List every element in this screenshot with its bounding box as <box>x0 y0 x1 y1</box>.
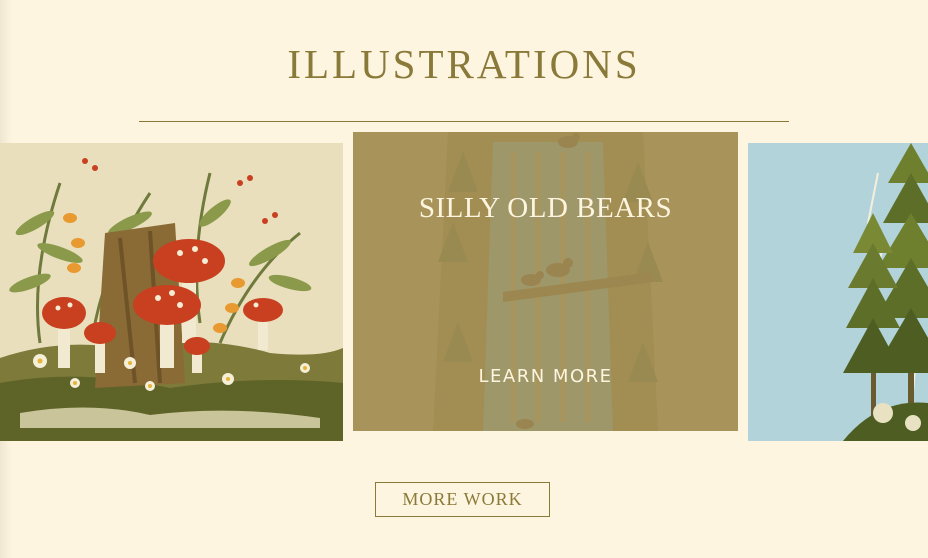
carousel-card-featured[interactable]: SILLY OLD BEARS LEARN MORE <box>353 132 738 431</box>
illustrations-page: ILLUSTRATIONS SILLY OLD BEARS LEARN MORE… <box>0 0 928 558</box>
title-divider <box>139 121 789 122</box>
pine-trees-illustration <box>748 143 928 441</box>
carousel-card-mushrooms[interactable] <box>0 143 343 441</box>
section-title: ILLUSTRATIONS <box>287 41 641 87</box>
featured-card-title: SILLY OLD BEARS <box>418 192 673 224</box>
learn-more-link[interactable]: LEARN MORE <box>353 366 738 387</box>
carousel-card-pines[interactable] <box>748 143 928 441</box>
mushroom-illustration <box>0 143 343 441</box>
more-work-button[interactable]: MORE WORK <box>375 482 550 517</box>
